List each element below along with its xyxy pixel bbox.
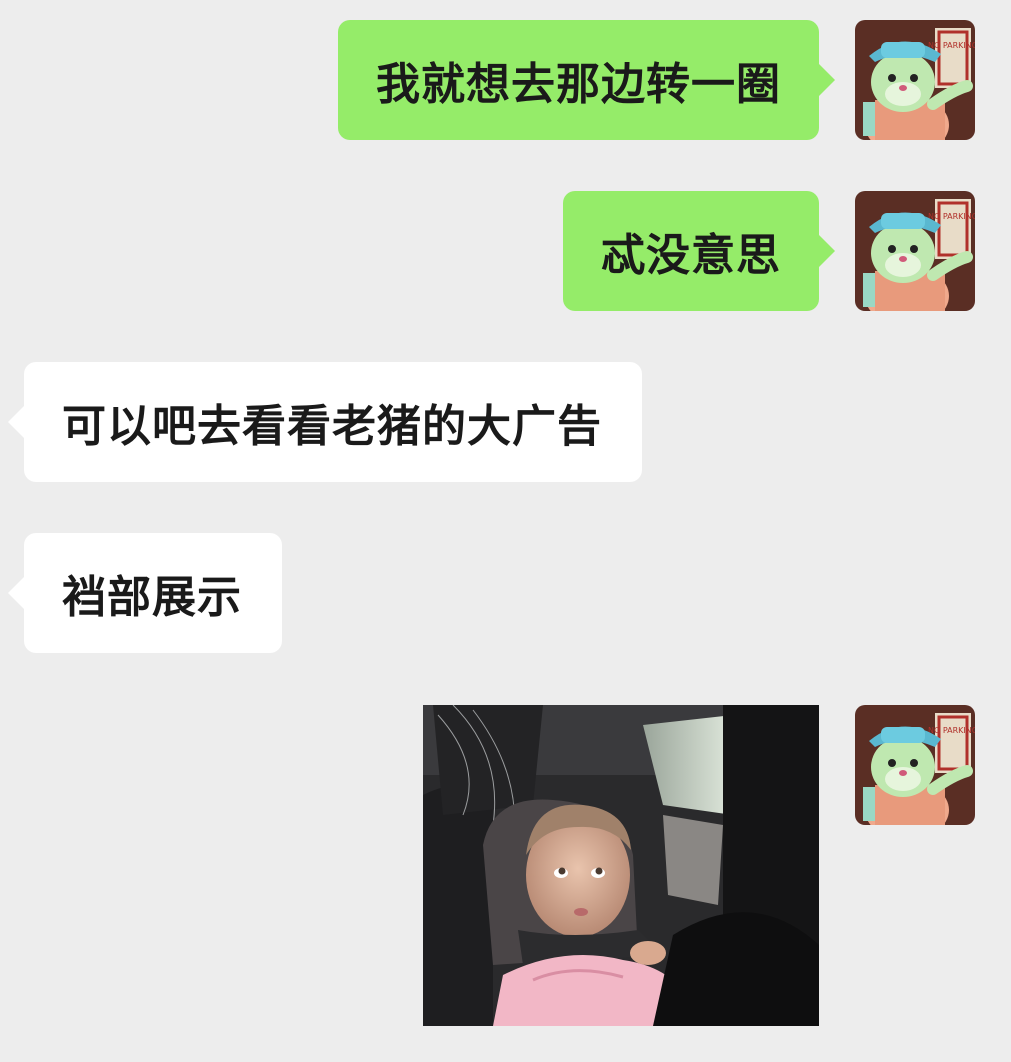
message-text: 我就想去那边转一圈 [376, 59, 781, 110]
message-text: 裆部展示 [62, 572, 242, 623]
message-bubble-outgoing[interactable]: 我就想去那边转一圈 [338, 20, 835, 140]
message-text: 可以吧去看看老猪的大广告 [62, 401, 602, 452]
message-image[interactable] [423, 705, 819, 1026]
message-text: 忒没意思 [601, 230, 781, 281]
svg-text:NO PARKING: NO PARKING [928, 212, 975, 221]
message-bubble-outgoing[interactable]: 忒没意思 [563, 191, 835, 311]
bear-mascot-icon: NO PARKING [855, 705, 975, 825]
svg-text:NO PARKING: NO PARKING [928, 726, 975, 735]
user-avatar[interactable]: NO PARKING [855, 705, 975, 825]
user-avatar[interactable]: NO PARKING [855, 20, 975, 140]
message-bubble-incoming[interactable]: 裆部展示 [8, 533, 282, 653]
chat-view[interactable]: 我就想去那边转一圈 NO PARKING 忒没意思 NO PARKING 可以吧… [0, 0, 1011, 1062]
svg-text:NO PARKING: NO PARKING [928, 41, 975, 50]
user-avatar[interactable]: NO PARKING [855, 191, 975, 311]
message-bubble-incoming[interactable]: 可以吧去看看老猪的大广告 [8, 362, 642, 482]
bear-mascot-icon: NO PARKING [855, 191, 975, 311]
bear-mascot-icon: NO PARKING [855, 20, 975, 140]
toddler-in-car-seat-photo [423, 705, 819, 1026]
